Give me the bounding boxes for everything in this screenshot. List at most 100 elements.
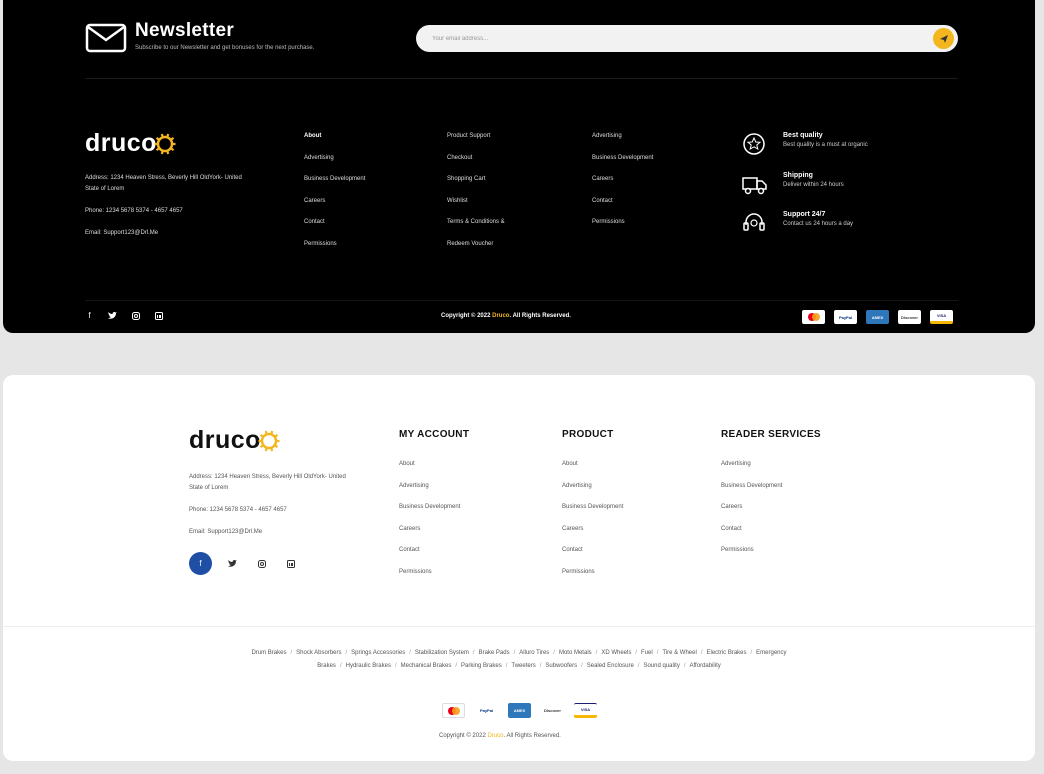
footer-link[interactable]: About — [562, 460, 623, 482]
divider — [85, 78, 958, 79]
product-tag-link[interactable]: Drum Brakes — [251, 650, 286, 656]
tag-separator: / — [637, 663, 640, 669]
linkedin-icon[interactable] — [154, 311, 163, 320]
feature-desc: Deliver within 24 hours — [783, 182, 844, 188]
footer-link[interactable]: Contact — [399, 546, 460, 568]
footer-link[interactable]: Careers — [592, 175, 653, 197]
product-tag-link[interactable]: Sound quality — [643, 663, 679, 669]
footer-link[interactable]: Checkout — [447, 154, 505, 176]
product-tag-link[interactable]: XD Wheels — [601, 650, 631, 656]
footer-link[interactable]: Careers — [399, 525, 460, 547]
product-tag-link[interactable]: Brake Pads — [479, 650, 510, 656]
linkedin-icon[interactable] — [276, 559, 305, 568]
footer-link[interactable]: Permissions — [562, 568, 623, 590]
facebook-icon[interactable]: f — [189, 552, 212, 575]
footer-link[interactable]: Advertising — [721, 460, 782, 482]
product-tag-link[interactable]: Fuel — [641, 650, 653, 656]
product-tag-link[interactable]: Subwoofers — [545, 663, 577, 669]
envelope-icon — [85, 23, 127, 53]
product-tag-link[interactable]: Affordability — [690, 663, 721, 669]
feature-desc: Best quality is a must at organic — [783, 142, 868, 148]
footer-link[interactable]: Careers — [721, 503, 782, 525]
tag-separator: / — [700, 650, 703, 656]
tag-separator: / — [505, 663, 508, 669]
footer-link[interactable]: Contact — [304, 218, 365, 240]
tag-separator: / — [472, 650, 475, 656]
footer-link[interactable]: Wishlist — [447, 197, 505, 219]
address-text: Address: 1234 Heaven Stress, Beverly Hil… — [85, 175, 242, 192]
phone-text: Phone: 1234 5678 5374 - 4657 4657 — [189, 507, 287, 513]
footer-link[interactable]: Business Development — [399, 503, 460, 525]
copyright-brand-link[interactable]: Druco — [487, 733, 503, 739]
product-tag-link[interactable]: Electric Brakes — [706, 650, 746, 656]
footer-link[interactable]: Terms & Conditions & — [447, 218, 505, 240]
feature-shipping: Shipping Deliver within 24 hours — [741, 171, 941, 197]
footer-link[interactable]: Contact — [562, 546, 623, 568]
footer-link[interactable]: Careers — [304, 197, 365, 219]
footer-link[interactable]: Permissions — [399, 568, 460, 590]
footer-link[interactable]: Business Development — [721, 482, 782, 504]
footer-link[interactable]: Business Development — [562, 503, 623, 525]
footer-link[interactable]: Business Development — [304, 175, 365, 197]
product-tag-link[interactable]: Hydraulic Brakes — [346, 663, 391, 669]
footer-links-col2: Product Support Checkout Shopping Cart W… — [447, 132, 505, 262]
footer-link[interactable]: Advertising — [304, 154, 365, 176]
feature-support: Support 24/7 Contact us 24 hours a day — [741, 210, 941, 236]
instagram-icon[interactable] — [131, 311, 140, 320]
product-tag-link[interactable]: Springs Accessories — [351, 650, 405, 656]
druco-logo[interactable]: druco — [85, 129, 176, 158]
gear-icon — [154, 133, 176, 154]
footer-link[interactable]: Permissions — [304, 240, 365, 262]
product-tag-link[interactable]: Mechanical Brakes — [401, 663, 452, 669]
footer-link[interactable]: Permissions — [721, 546, 782, 568]
instagram-icon[interactable] — [247, 559, 276, 568]
tag-separator: / — [635, 650, 638, 656]
druco-logo[interactable]: druco — [189, 426, 280, 455]
product-tag-link[interactable]: Shock Absorbers — [296, 650, 341, 656]
tag-separator: / — [345, 650, 348, 656]
copyright-suffix: . All Rights Reserved. — [509, 313, 571, 319]
footer-link[interactable]: Permissions — [592, 218, 653, 240]
product-tag-link[interactable]: Alluro Tires — [519, 650, 549, 656]
copyright-text: Copyright © 2022 Druco. All Rights Reser… — [439, 733, 561, 739]
gear-icon — [258, 430, 280, 451]
product-tag-link[interactable]: Tire & Wheel — [662, 650, 696, 656]
product-tag-link[interactable]: Tweeters — [511, 663, 535, 669]
footer-link[interactable]: Business Development — [592, 154, 653, 176]
footer-link[interactable]: About — [399, 460, 460, 482]
facebook-icon[interactable]: f — [85, 311, 94, 320]
product-links: About Advertising Business Development C… — [562, 460, 623, 590]
product-tag-link[interactable]: Stabilization System — [415, 650, 469, 656]
dark-footer: Newsletter Subscribe to our Newsletter a… — [3, 0, 1035, 333]
footer-link[interactable]: Contact — [592, 197, 653, 219]
tag-separator: / — [750, 650, 753, 656]
newsletter-email-input[interactable] — [432, 25, 912, 52]
heading-my-account: MY ACCOUNT — [399, 429, 470, 440]
footer-link[interactable]: Contact — [721, 525, 782, 547]
footer-link[interactable]: Redeem Voucher — [447, 240, 505, 262]
footer-link[interactable]: Product Support — [447, 132, 505, 154]
product-tag-link[interactable]: Parking Brakes — [461, 663, 502, 669]
feature-best-quality: Best quality Best quality is a must at o… — [741, 131, 941, 157]
social-links: f — [85, 311, 163, 320]
feature-title: Support 24/7 — [783, 211, 826, 218]
footer-links-col1: About Advertising Business Development C… — [304, 132, 365, 262]
footer-link[interactable]: About — [304, 132, 365, 154]
reader-services-links: Advertising Business Development Careers… — [721, 460, 782, 568]
tag-separator: / — [290, 650, 293, 656]
newsletter-submit-button[interactable] — [933, 28, 954, 49]
twitter-icon[interactable] — [108, 311, 117, 320]
product-tag-link[interactable]: Moto Metals — [559, 650, 592, 656]
footer-link[interactable]: Careers — [562, 525, 623, 547]
footer-link[interactable]: Advertising — [399, 482, 460, 504]
product-tag-link[interactable]: Sealed Enclosure — [587, 663, 634, 669]
divider — [3, 626, 1035, 627]
email-text: Email: Support123@Drl.Me — [189, 529, 263, 535]
footer-link[interactable]: Shopping Cart — [447, 175, 505, 197]
footer-link[interactable]: Advertising — [562, 482, 623, 504]
copyright-brand-link[interactable]: Druco — [492, 313, 509, 319]
footer-link[interactable]: Advertising — [592, 132, 653, 154]
twitter-icon[interactable] — [218, 559, 247, 568]
tag-separator: / — [683, 663, 686, 669]
payment-methods: PayPal AMEX Discover VISA — [802, 310, 953, 324]
